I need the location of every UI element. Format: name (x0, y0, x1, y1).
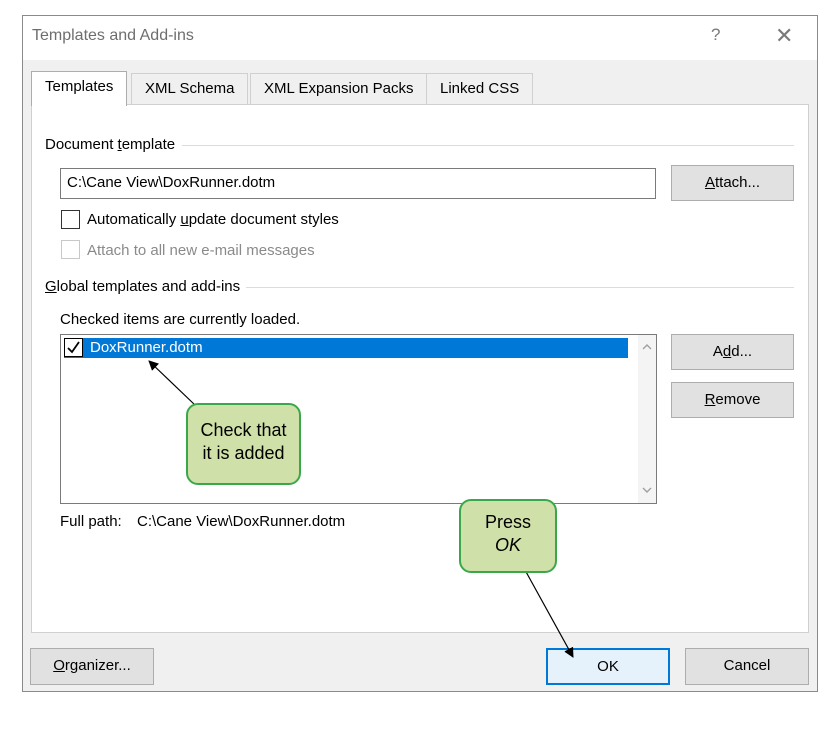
callout-text: it is added (202, 443, 285, 463)
arrow-to-list-item (148, 360, 196, 406)
callout-press-ok: Press OK (459, 499, 557, 573)
callout-text: Check that (200, 420, 287, 440)
annotation-arrows (148, 360, 574, 658)
tab-templates[interactable]: Templates (31, 71, 128, 106)
callout-text: Press (484, 512, 531, 532)
callout-text: OK (494, 535, 521, 555)
arrow-to-ok-button (524, 569, 574, 658)
callout-check-added: Check that it is added (186, 403, 301, 485)
